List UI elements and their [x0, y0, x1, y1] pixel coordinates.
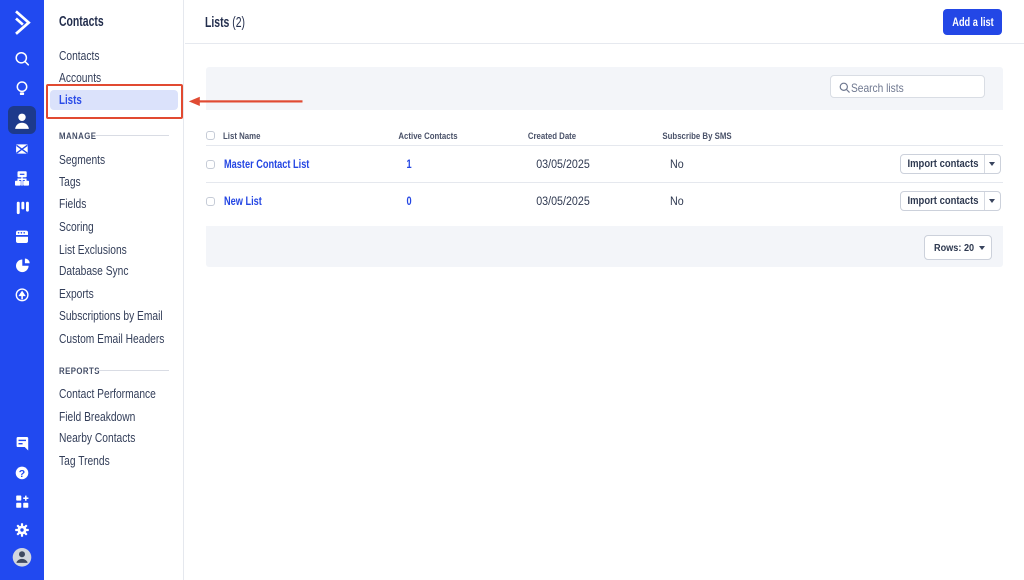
svg-text:?: ? — [19, 468, 25, 480]
